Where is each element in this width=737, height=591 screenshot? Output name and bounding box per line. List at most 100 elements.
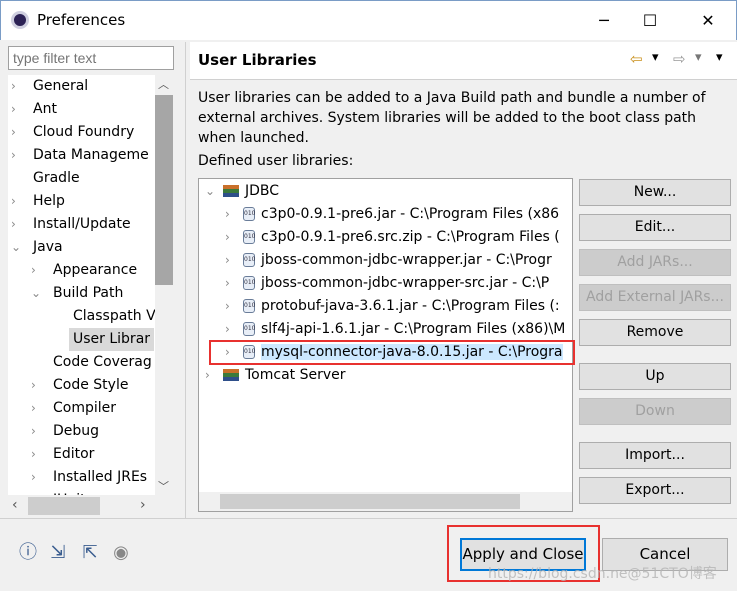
sidebar-item[interactable]: ⌄ Java [11,236,67,259]
sidebar-item[interactable]: › Compiler [31,397,120,420]
chevron-right-icon[interactable]: › [225,203,243,226]
scroll-down-icon[interactable]: ﹀ [158,478,169,494]
chevron-right-icon[interactable]: › [11,144,16,167]
chevron-right-icon[interactable]: › [225,249,243,272]
libraries-hscroll-thumb[interactable] [220,494,520,509]
minimize-button[interactable]: ─ [581,7,627,35]
filter-input[interactable] [8,46,174,70]
chevron-right-icon[interactable]: › [31,397,36,420]
import-button[interactable]: Import... [579,442,731,469]
scroll-right-icon[interactable]: › [140,497,146,513]
sidebar-item[interactable]: › Data Manageme [11,144,153,167]
sidebar-item[interactable]: Gradle [29,167,84,190]
add-external-jars-button[interactable]: Add External JARs... [579,284,731,311]
chevron-right-icon[interactable]: › [31,420,36,443]
library-tree-row[interactable]: › 010 protobuf-java-3.6.1.jar - C:\Program… [225,295,560,318]
sidebar-item[interactable]: › Code Style [31,374,132,397]
sidebar-item[interactable]: › Editor [31,443,98,466]
library-tree-row[interactable]: › 010 jboss-common-jdbc-wrapper.jar - C:\P… [225,249,552,272]
chevron-right-icon[interactable]: › [225,272,243,295]
sidebar-item-label: Appearance [53,262,138,278]
jar-icon: 010 [243,276,255,290]
library-tree-row[interactable]: › 010 c3p0-0.9.1-pre6.src.zip - C:\Program… [225,226,560,249]
chevron-down-icon[interactable]: ⌄ [11,236,21,259]
export-button[interactable]: Export... [579,477,731,504]
library-tree-label: slf4j-api-1.6.1.jar - C:\Program Files (… [261,321,566,337]
tree-scroll-thumb[interactable] [155,95,173,285]
record-icon[interactable]: ◉ [109,541,133,565]
sidebar-item-label: Build Path [53,285,124,301]
tree-hscroll-thumb[interactable] [28,497,100,515]
sidebar-item[interactable]: ⌄ Build Path [31,282,127,305]
back-icon[interactable]: ⇦ [630,50,643,68]
sidebar-item-label: General [33,78,89,94]
new-button[interactable]: New... [579,179,731,206]
sidebar-item-label: Code Style [53,377,129,393]
sidebar-item-label: Code Coverag [53,354,152,370]
library-icon [223,369,239,381]
scroll-left-icon[interactable]: ‹ [12,497,18,513]
sidebar-item[interactable]: › Appearance [31,259,141,282]
help-icon[interactable]: ⓘ [16,541,40,565]
library-tree-label: protobuf-java-3.6.1.jar - C:\Program Fil… [261,298,560,314]
chevron-right-icon[interactable]: › [11,98,16,121]
sidebar-item[interactable]: Classpath V [69,305,156,328]
chevron-down-icon[interactable]: ⌄ [205,180,223,203]
library-icon [223,185,239,197]
sidebar-item-label: Data Manageme [33,147,149,163]
chevron-right-icon[interactable]: › [31,466,36,489]
sidebar-item-label: Cloud Foundry [33,124,135,140]
up-button[interactable]: Up [579,363,731,390]
pane-divider[interactable] [185,42,186,518]
chevron-right-icon[interactable]: › [31,259,36,282]
chevron-right-icon[interactable]: › [31,443,36,466]
sidebar-item[interactable]: › Install/Update [11,213,135,236]
sidebar-item[interactable]: › Cloud Foundry [11,121,138,144]
import-icon[interactable]: ⇲ [46,541,70,565]
watermark: https://blog.csdn.ne@51CTO博客 [488,566,717,582]
export-icon[interactable]: ⇱ [78,541,102,565]
forward-menu-icon[interactable]: ▾ [695,50,702,65]
library-tree-row[interactable]: › 010 slf4j-api-1.6.1.jar - C:\Program Fil… [225,318,565,341]
library-tree-label: JDBC [245,183,280,199]
jar-icon: 010 [243,322,255,336]
sidebar-item[interactable]: › Installed JREs [31,466,151,489]
library-tree-row[interactable]: › Tomcat Server [205,364,346,387]
down-button[interactable]: Down [579,398,731,425]
maximize-button[interactable]: ☐ [627,7,673,35]
chevron-right-icon[interactable]: › [225,318,243,341]
sidebar-item[interactable]: › Ant [11,98,61,121]
jar-icon: 010 [243,207,255,221]
sidebar-item[interactable]: › General [11,75,92,98]
library-tree-row[interactable]: › 010 c3p0-0.9.1-pre6.jar - C:\Program Fil… [225,203,559,226]
library-tree-row[interactable]: › 010 jboss-common-jdbc-wrapper-src.jar - … [225,272,549,295]
title-bar: Preferences ─ ☐ ✕ [0,0,737,40]
library-tree-row[interactable]: ⌄ JDBC [205,180,279,203]
chevron-right-icon[interactable]: › [31,374,36,397]
sidebar-item-label: Installed JREs [53,469,148,485]
close-button[interactable]: ✕ [685,7,731,35]
sidebar-item[interactable]: User Librar [69,328,155,351]
defined-libraries-label: Defined user libraries: [198,153,354,169]
chevron-right-icon[interactable]: › [205,364,223,387]
jar-icon: 010 [243,253,255,267]
sidebar-item[interactable]: › Debug [31,420,103,443]
scroll-up-icon[interactable]: ︿ [158,76,169,92]
chevron-right-icon[interactable]: › [225,226,243,249]
chevron-right-icon[interactable]: › [11,190,16,213]
remove-button[interactable]: Remove [579,319,731,346]
chevron-right-icon[interactable]: › [225,295,243,318]
back-menu-icon[interactable]: ▾ [652,50,659,65]
chevron-right-icon[interactable]: › [11,213,16,236]
edit-button[interactable]: Edit... [579,214,731,241]
sidebar-item[interactable]: › Help [11,190,69,213]
add-jars-button[interactable]: Add JARs... [579,249,731,276]
chevron-right-icon[interactable]: › [11,121,16,144]
chevron-right-icon[interactable]: › [11,75,16,98]
sidebar-item[interactable]: Code Coverag [49,351,156,374]
chevron-down-icon[interactable]: ⌄ [31,282,41,305]
view-menu-icon[interactable]: ▾ [716,50,723,65]
forward-icon[interactable]: ⇨ [673,50,686,68]
sidebar-item-label: Classpath V [73,308,156,324]
footer-divider [0,518,737,519]
